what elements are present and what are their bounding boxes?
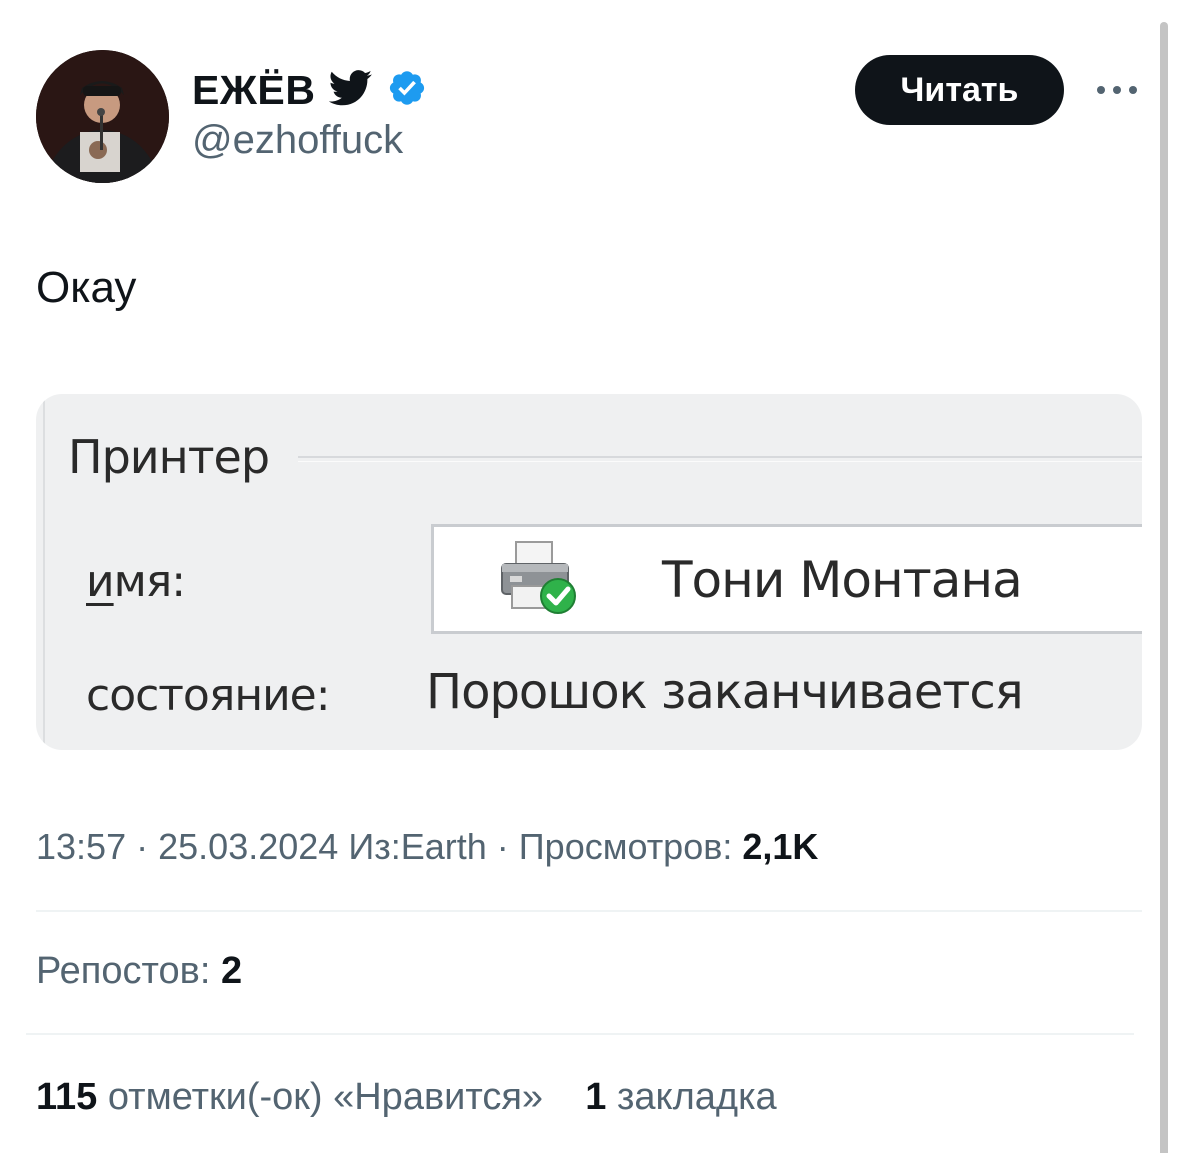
bird-icon xyxy=(329,69,373,111)
engagement-stats: 115 отметки(-ок) «Нравится» 1 закладка xyxy=(36,1076,777,1119)
bookmarks-count: 1 xyxy=(585,1076,607,1118)
tweet-source: Из:Earth xyxy=(348,826,487,867)
meta-separator: · xyxy=(136,826,149,867)
tweet-text: Окау xyxy=(36,263,137,312)
follow-button[interactable]: Читать xyxy=(855,55,1064,125)
name-label-accesskey: и xyxy=(86,556,115,607)
divider xyxy=(36,910,1142,912)
user-handle[interactable]: @ezhoffuck xyxy=(192,118,403,163)
avatar[interactable] xyxy=(36,50,169,183)
meta-separator-2: · xyxy=(496,826,509,867)
tweet-meta: 13:57 · 25.03.2024 Из:Earth · Просмотров… xyxy=(36,826,818,868)
views-count: 2,1K xyxy=(742,826,819,867)
tweet-media-image[interactable]: Принтер имя: Тони Монтана состояние: Пор… xyxy=(36,394,1142,750)
views-label: Просмотров: xyxy=(518,826,733,867)
more-icon[interactable] xyxy=(1092,70,1142,110)
reposts-label: Репостов: xyxy=(36,950,211,992)
dialog-edge xyxy=(43,394,45,750)
name-label-rest: мя: xyxy=(113,556,186,607)
printer-name-value: Тони Монтана xyxy=(662,551,1023,609)
likes-label: отметки(-ок) «Нравится» xyxy=(107,1076,544,1118)
display-name[interactable]: ЕЖЁВ xyxy=(192,67,315,114)
printer-state-value: Порошок заканчивается xyxy=(426,664,1024,720)
groupbox-line xyxy=(298,456,1142,458)
divider-2 xyxy=(26,1033,1134,1035)
groupbox-line-highlight xyxy=(298,461,1142,462)
printer-name-label: имя: xyxy=(86,556,186,607)
reposts-count: 2 xyxy=(220,950,243,992)
tweet-date[interactable]: 25.03.2024 xyxy=(158,826,338,867)
printer-group-label: Принтер xyxy=(68,430,270,484)
tweet-time[interactable]: 13:57 xyxy=(36,826,126,867)
verified-badge-icon xyxy=(387,68,427,113)
likes-count: 115 xyxy=(36,1076,98,1118)
likes-stat[interactable]: 115 отметки(-ок) «Нравится» xyxy=(36,1076,543,1118)
bookmarks-stat[interactable]: 1 закладка xyxy=(585,1076,776,1118)
printer-state-label: состояние: xyxy=(86,670,331,721)
scrollbar[interactable] xyxy=(1160,22,1168,1153)
printer-icon xyxy=(492,536,588,630)
reposts-stat[interactable]: Репостов: 2 xyxy=(36,950,242,993)
bookmarks-label: закладка xyxy=(617,1076,777,1118)
